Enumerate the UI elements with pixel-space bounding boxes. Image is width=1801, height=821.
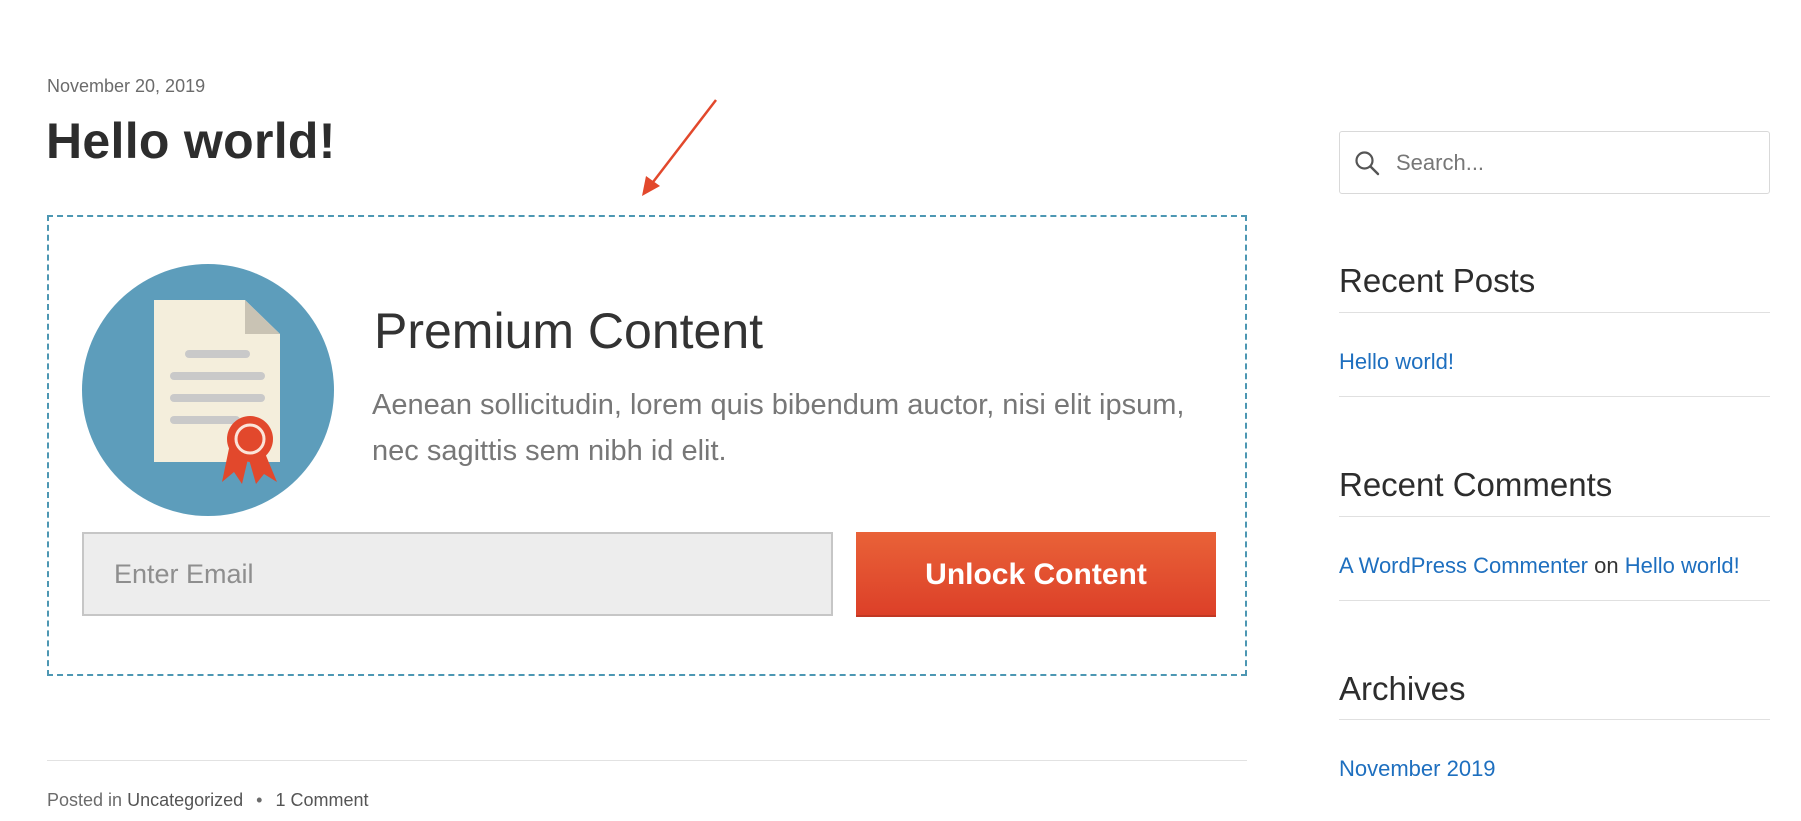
post-meta: Posted in Uncategorized • 1 Comment: [47, 790, 369, 811]
search-input[interactable]: [1396, 140, 1756, 186]
category-link[interactable]: Uncategorized: [127, 790, 243, 810]
divider: [1339, 516, 1770, 517]
divider: [1339, 600, 1770, 601]
comment-on-text: on: [1594, 553, 1619, 578]
recent-post-link[interactable]: Hello world!: [1339, 349, 1454, 375]
optin-headline: Premium Content: [374, 303, 764, 359]
comments-link[interactable]: 1 Comment: [276, 790, 369, 810]
email-input[interactable]: [82, 532, 833, 616]
optin-description: Aenean sollicitudin, lorem quis bibendum…: [372, 389, 1185, 467]
comment-post-link[interactable]: Hello world!: [1625, 553, 1740, 578]
archives-title: Archives: [1339, 670, 1466, 707]
content-locker-box: Premium Content Aenean sollicitudin, lor…: [47, 215, 1247, 676]
post-title: Hello world!: [46, 113, 336, 169]
recent-comment-item: A WordPress Commenter on Hello world!: [1339, 553, 1740, 579]
recent-comments-title: Recent Comments: [1339, 466, 1613, 503]
divider: [1339, 312, 1770, 313]
unlock-content-button[interactable]: Unlock Content: [856, 532, 1216, 617]
certificate-document-icon: [82, 264, 334, 516]
search-box: [1339, 131, 1770, 194]
recent-posts-title: Recent Posts: [1339, 262, 1536, 299]
post-date: November 20, 2019: [47, 76, 206, 96]
red-arrow-icon: [642, 99, 717, 196]
meta-prefix: Posted in: [47, 790, 123, 810]
divider: [1339, 396, 1770, 397]
comment-author-link[interactable]: A WordPress Commenter: [1339, 553, 1588, 578]
search-icon: [1355, 151, 1380, 176]
meta-separator: •: [256, 790, 263, 810]
post-footer-divider: [47, 760, 1247, 761]
archive-link[interactable]: November 2019: [1339, 756, 1496, 782]
divider: [1339, 719, 1770, 720]
